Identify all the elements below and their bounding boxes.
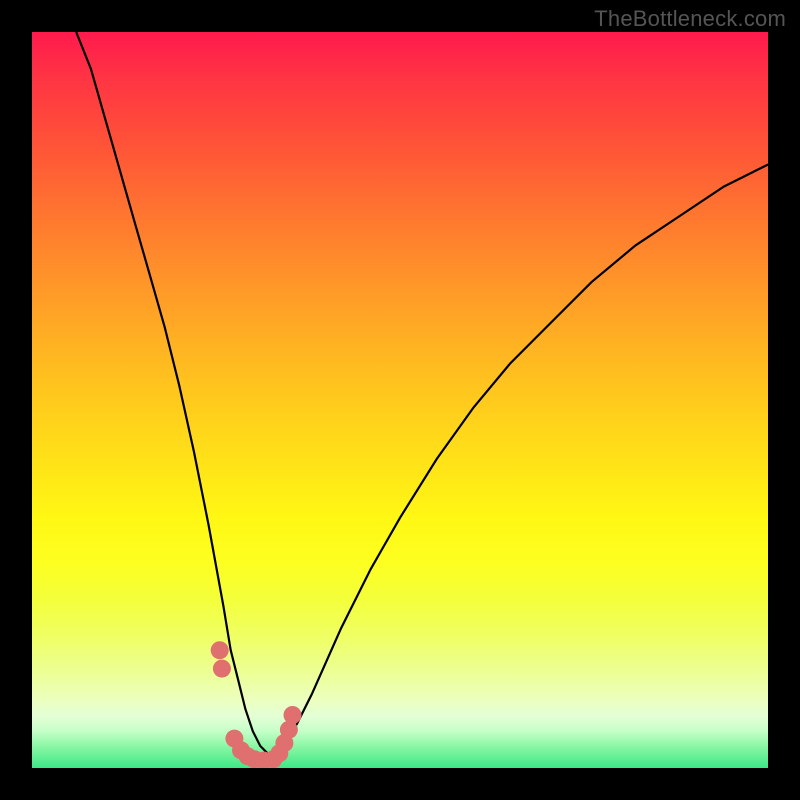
chart-frame: TheBottleneck.com xyxy=(0,0,800,800)
bottleneck-curve xyxy=(32,32,768,768)
marker-point xyxy=(211,641,229,659)
credit-text: TheBottleneck.com xyxy=(594,6,786,32)
marker-point xyxy=(213,660,231,678)
plot-area xyxy=(32,32,768,768)
marker-point xyxy=(284,706,302,724)
